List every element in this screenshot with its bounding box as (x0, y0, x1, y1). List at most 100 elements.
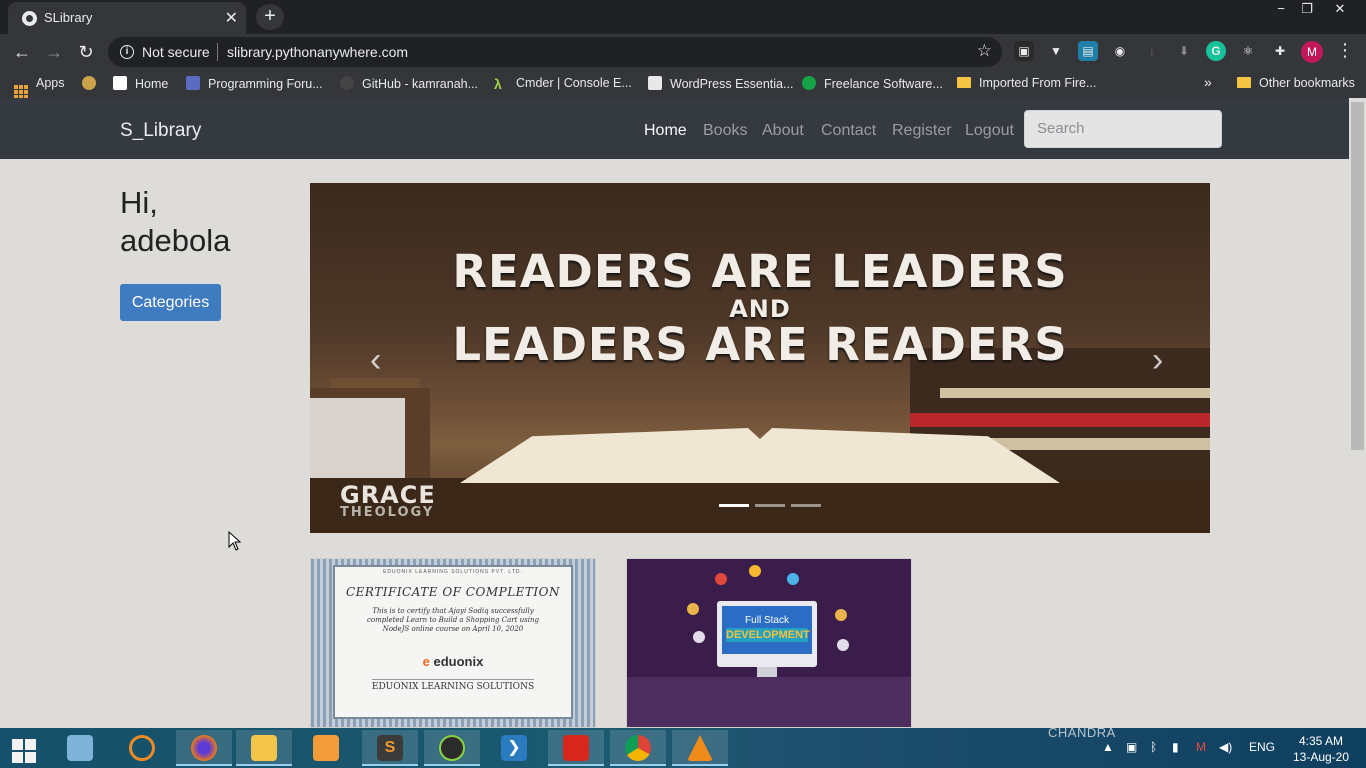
network-off-icon[interactable]: ▣ (1126, 740, 1137, 754)
docs-extension-icon[interactable]: ▤ (1078, 41, 1098, 61)
taskbar-sublime-text[interactable]: S (362, 730, 418, 766)
folder-icon (957, 77, 971, 88)
other-bookmarks[interactable]: Other bookmarks (1237, 76, 1355, 90)
carousel-headline-1: READERS ARE LEADERS (452, 245, 1068, 298)
spy-extension-icon[interactable]: ◉ (1110, 41, 1130, 61)
grammarly-icon[interactable]: G (1206, 41, 1226, 61)
download-manager-icon[interactable]: ⬇ (1174, 41, 1194, 61)
language-indicator[interactable]: ENG (1249, 740, 1275, 754)
nav-books[interactable]: Books (703, 122, 747, 140)
bookmark-ext-icon[interactable] (82, 76, 104, 91)
monitor-illustration: Full Stack DEVELOPMENT (717, 601, 817, 667)
sync-icon (129, 735, 155, 761)
taskbar-server-manager[interactable] (52, 730, 108, 766)
wordpress-icon (648, 76, 662, 90)
server-icon (693, 631, 705, 643)
start-button[interactable] (0, 730, 56, 766)
profile-avatar[interactable]: M (1301, 41, 1323, 63)
bookmark-home[interactable]: Home (113, 76, 168, 91)
search-input[interactable]: Search (1024, 110, 1222, 148)
download-extension-icon[interactable]: ↓ (1142, 41, 1162, 61)
taskbar-acrobat[interactable] (548, 730, 604, 766)
lambda-icon: λ (494, 76, 502, 92)
windows-taskbar: S ❯ CHANDRA ▲ ▣ ᛒ ▮ M ◀) ENG 4:35 AM 13-… (0, 725, 1366, 768)
window-close-button[interactable]: ✕ (1323, 0, 1357, 18)
taskbar-file-explorer[interactable] (236, 730, 292, 766)
taskbar-powershell[interactable]: ❯ (486, 730, 542, 766)
security-label[interactable]: Not secure (142, 44, 210, 60)
carousel-prev-icon[interactable]: ‹ (370, 343, 381, 377)
browser-menu-icon[interactable]: ⋮ (1336, 40, 1354, 61)
taskbar-firefox[interactable] (176, 730, 232, 766)
nav-about[interactable]: About (762, 122, 804, 140)
bookmark-wordpress[interactable]: WordPress Essentia... (648, 76, 793, 91)
bookmark-label: Freelance Software... (824, 77, 943, 91)
restore-button[interactable]: ❐ (1290, 0, 1324, 18)
bookmark-star-icon[interactable]: ☆ (977, 41, 992, 61)
forward-arrow-icon[interactable]: → (42, 40, 66, 64)
browser-toolbar: ← → ↻ i Not secure slibrary.pythonanywhe… (0, 34, 1366, 70)
nav-home[interactable]: Home (644, 122, 687, 140)
firefox-icon (191, 735, 217, 761)
nav-register[interactable]: Register (892, 122, 952, 140)
taskbar-sync[interactable] (114, 730, 170, 766)
taskbar-vlc[interactable] (672, 730, 728, 766)
tray-expand-icon[interactable]: ▲ (1102, 740, 1114, 754)
bee-icon (82, 76, 96, 90)
page-scrollbar[interactable] (1349, 98, 1366, 728)
taskbar-android[interactable] (424, 730, 480, 766)
new-tab-button[interactable]: + (256, 4, 284, 30)
extension-counter-icon[interactable]: ▣ (1014, 41, 1034, 61)
carousel-next-icon[interactable]: › (1152, 343, 1163, 377)
gmail-icon[interactable]: M (1196, 740, 1206, 754)
scrollbar-thumb[interactable] (1351, 102, 1364, 450)
browser-tab[interactable]: SLibrary ✕ (8, 2, 246, 34)
address-bar[interactable]: i Not secure slibrary.pythonanywhere.com… (108, 37, 1002, 67)
categories-button[interactable]: Categories (120, 284, 221, 321)
nav-contact[interactable]: Contact (821, 122, 876, 140)
desktop-watermark: CHANDRA (1048, 725, 1116, 740)
book-card-full-stack[interactable]: Full Stack DEVELOPMENT (626, 558, 912, 728)
globe-icon (22, 11, 37, 26)
powershell-icon: ❯ (501, 735, 527, 761)
reload-icon[interactable]: ↻ (74, 40, 98, 64)
media-player-icon (313, 735, 339, 761)
bookmark-imported-folder[interactable]: Imported From Fire... (957, 76, 1096, 90)
folder-icon (1237, 77, 1251, 88)
carousel-indicator-1[interactable] (719, 504, 749, 507)
carousel-indicator-3[interactable] (791, 504, 821, 507)
greeting-username: adebola (120, 223, 231, 258)
info-icon[interactable]: i (120, 45, 134, 59)
tab-close-button[interactable]: ✕ (225, 8, 238, 28)
site-brand[interactable]: S_Library (120, 120, 201, 142)
certificate-footer: EDUONIX LEARNING SOLUTIONS (371, 679, 535, 692)
nav-logout[interactable]: Logout (965, 122, 1014, 140)
bookmark-label: Apps (36, 76, 65, 90)
card-title-line1: Full Stack (745, 615, 789, 626)
sublime-text-icon: S (377, 735, 403, 761)
bookmark-github[interactable]: GitHub - kamranah... (340, 76, 478, 91)
bookmark-freelance[interactable]: Freelance Software... (802, 76, 943, 91)
vue-extension-icon[interactable]: ▼ (1046, 41, 1066, 61)
taskbar-chrome[interactable] (610, 730, 666, 766)
extensions-puzzle-icon[interactable]: ✚ (1270, 41, 1290, 61)
bookmarks-overflow-button[interactable]: » (1204, 74, 1212, 90)
omnibox-divider (217, 43, 218, 61)
system-clock[interactable]: 4:35 AM 13-Aug-20 (1290, 733, 1352, 765)
url-text[interactable]: slibrary.pythonanywhere.com (227, 44, 408, 60)
bookmark-apps[interactable]: Apps (14, 76, 65, 99)
taskbar-media-player[interactable] (298, 730, 354, 766)
bookmark-cmder[interactable]: λ Cmder | Console E... (494, 76, 632, 92)
hero-carousel[interactable]: READERS ARE LEADERS AND LEADERS ARE READ… (310, 183, 1210, 533)
apps-grid-icon (14, 85, 28, 99)
bluetooth-icon[interactable]: ᛒ (1150, 740, 1157, 754)
bookmark-label: GitHub - kamranah... (362, 77, 479, 91)
back-arrow-icon[interactable]: ← (10, 40, 34, 64)
carousel-indicator-2[interactable] (755, 504, 785, 507)
book-card-certificate[interactable]: EDUONIX LEARNING SOLUTIONS PVT. LTD. CER… (310, 558, 596, 728)
react-devtools-icon[interactable]: ⚛ (1238, 41, 1258, 61)
mouse-cursor-icon (228, 531, 242, 551)
signal-icon[interactable]: ▮ (1172, 740, 1179, 754)
bookmark-programming-forum[interactable]: Programming Foru... (186, 76, 323, 91)
volume-icon[interactable]: ◀) (1219, 740, 1232, 754)
